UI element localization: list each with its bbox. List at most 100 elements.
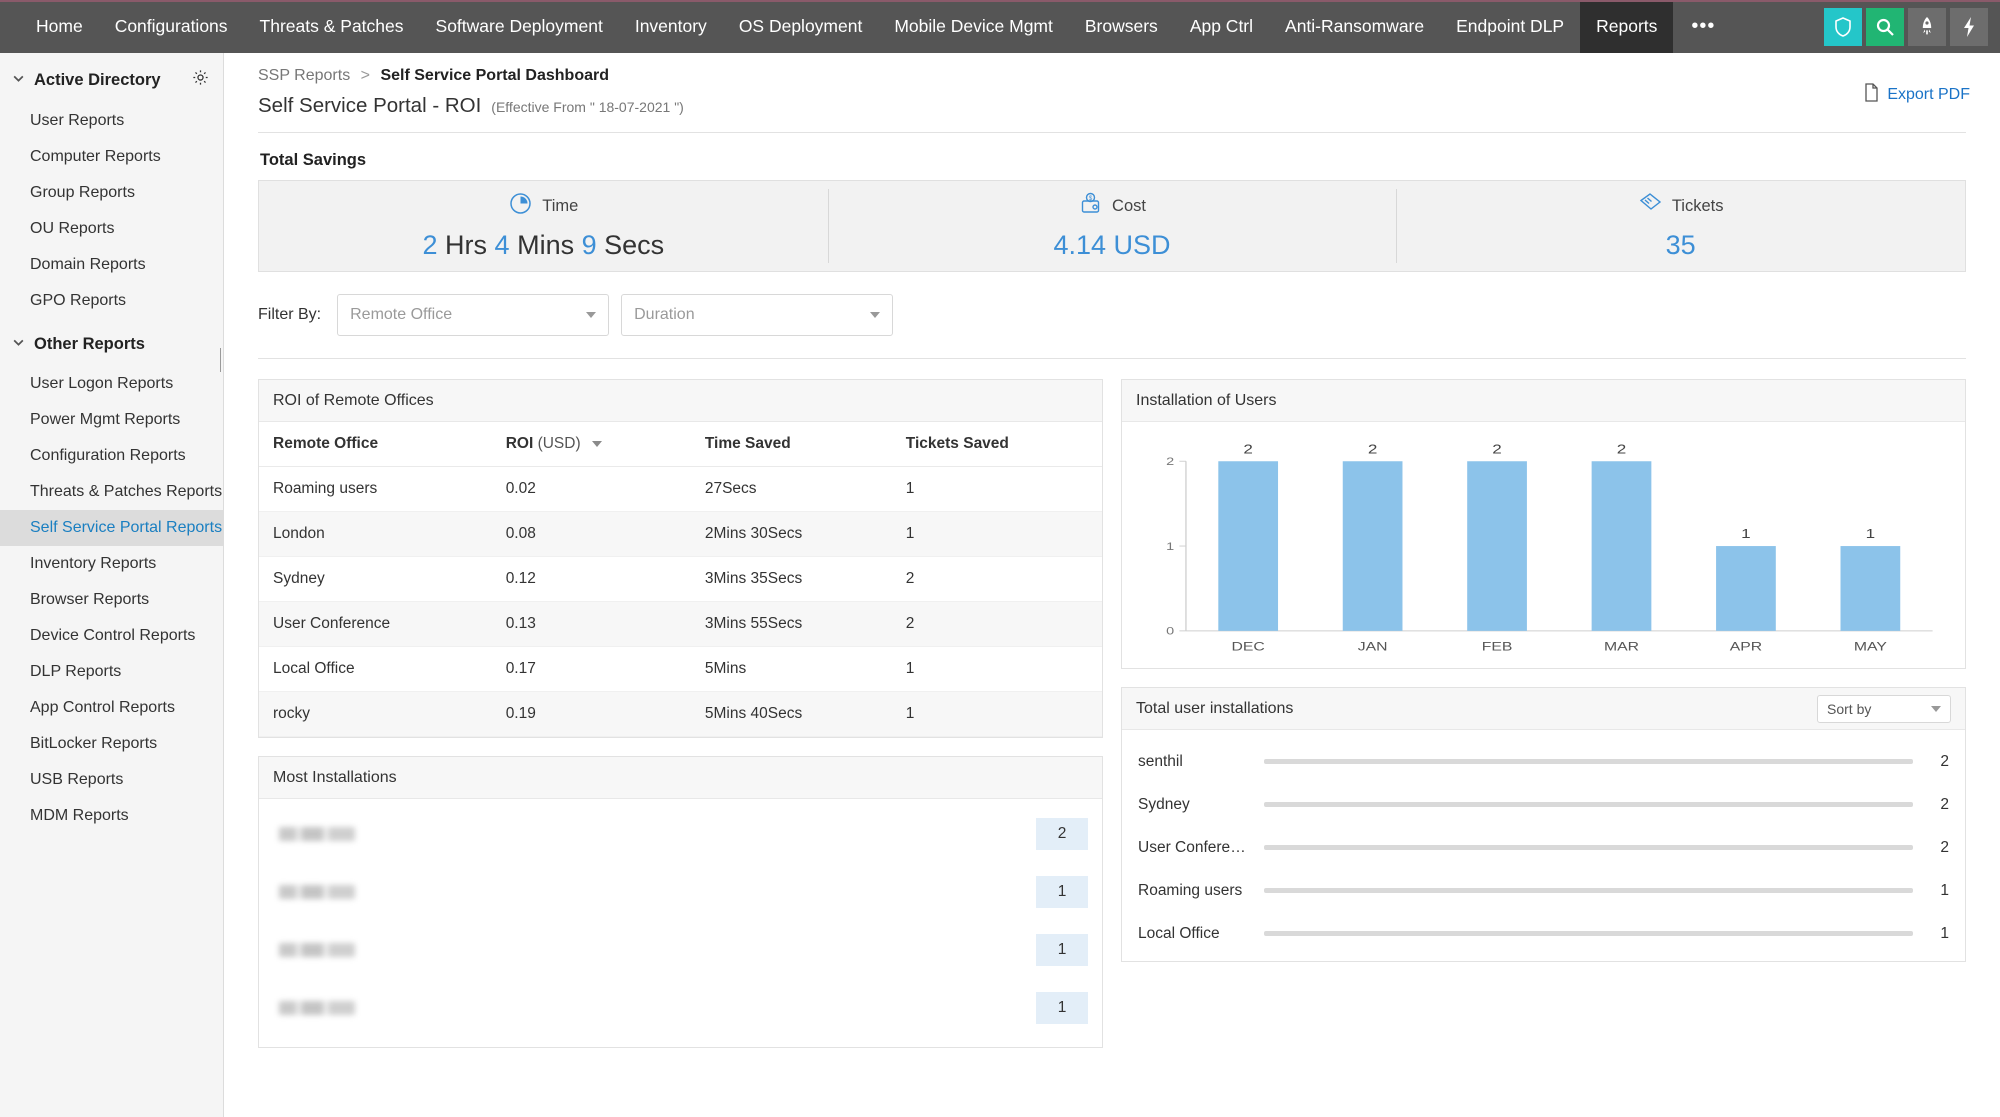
chevron-down-icon	[870, 312, 881, 318]
roi-cell-tickets: 1	[891, 691, 1102, 737]
roi-col-remote-office[interactable]: Remote Office	[259, 422, 492, 467]
savings-cell-tickets: Tickets 35	[1396, 181, 1965, 271]
nav-item-software-deployment[interactable]: Software Deployment	[420, 0, 619, 53]
svg-text:MAY: MAY	[1854, 639, 1887, 652]
sidebar-item-usb-reports[interactable]: USB Reports	[0, 762, 223, 798]
sidebar-item-app-control-reports[interactable]: App Control Reports	[0, 690, 223, 726]
left-column: ROI of Remote Offices Remote Office ROI …	[258, 379, 1103, 1048]
filter-bar: Filter By: Remote Office Duration	[258, 294, 1966, 336]
svg-text:MAR: MAR	[1604, 639, 1639, 652]
list-item[interactable]: 1	[273, 921, 1088, 979]
table-row[interactable]: Roaming users 0.02 27Secs 1	[259, 466, 1102, 512]
bolt-icon[interactable]	[1950, 7, 1988, 46]
sort-by-label: Sort by	[1827, 700, 1872, 717]
nav-item-threats-patches[interactable]: Threats & Patches	[244, 0, 420, 53]
nav-item-anti-ransomware[interactable]: Anti-Ransomware	[1269, 0, 1440, 53]
roi-cell-tickets: 1	[891, 466, 1102, 512]
nav-overflow-button[interactable]: •••	[1673, 0, 1733, 53]
installation-count-badge: 1	[1036, 992, 1088, 1024]
list-item[interactable]: Sydney 2	[1138, 783, 1949, 826]
sidebar-item-user-reports[interactable]: User Reports	[0, 103, 223, 139]
filter-select-remote-office[interactable]: Remote Office	[337, 294, 610, 336]
nav-item-os-deployment[interactable]: OS Deployment	[723, 0, 879, 53]
nav-item-endpoint-dlp[interactable]: Endpoint DLP	[1440, 0, 1580, 53]
sidebar-item-user-logon-reports[interactable]: User Logon Reports	[0, 366, 223, 402]
breadcrumb-root[interactable]: SSP Reports	[258, 67, 350, 84]
table-row[interactable]: Sydney 0.12 3Mins 35Secs 2	[259, 556, 1102, 602]
nav-item-configurations[interactable]: Configurations	[99, 0, 244, 53]
breadcrumb: SSP Reports > Self Service Portal Dashbo…	[248, 53, 1976, 85]
savings-tickets-header: Tickets	[1638, 191, 1724, 221]
sidebar-item-configuration-reports[interactable]: Configuration Reports	[0, 438, 223, 474]
nav-item-app-ctrl[interactable]: App Ctrl	[1174, 0, 1269, 53]
nav-item-reports[interactable]: Reports	[1580, 0, 1674, 53]
user-name: Local Office	[1138, 924, 1220, 942]
roi-of-remote-offices-card: ROI of Remote Offices Remote Office ROI …	[258, 379, 1103, 738]
export-pdf-label: Export PDF	[1887, 86, 1970, 103]
table-row[interactable]: Local Office 0.17 5Mins 1	[259, 646, 1102, 692]
list-item[interactable]: 1	[273, 979, 1088, 1037]
title-row: Self Service Portal - ROI (Effective Fro…	[248, 83, 1976, 118]
roi-cell-office: Roaming users	[259, 466, 492, 512]
svg-text:2: 2	[1368, 442, 1378, 456]
table-row[interactable]: rocky 0.19 5Mins 40Secs 1	[259, 691, 1102, 737]
list-item[interactable]: User Conferen... 2	[1138, 826, 1949, 869]
sidebar-item-self-service-portal-reports[interactable]: Self Service Portal Reports	[0, 510, 223, 546]
table-row[interactable]: London 0.08 2Mins 30Secs 1	[259, 511, 1102, 557]
nav-item-mobile-device-mgmt[interactable]: Mobile Device Mgmt	[878, 0, 1069, 53]
svg-text:2: 2	[1492, 442, 1502, 456]
chevron-down-icon	[586, 312, 597, 318]
sidebar-item-group-reports[interactable]: Group Reports	[0, 175, 223, 211]
sidebar-item-bitlocker-reports[interactable]: BitLocker Reports	[0, 726, 223, 762]
redacted-app-name	[279, 885, 355, 899]
list-item[interactable]: Local Office 1	[1138, 912, 1949, 955]
roi-cell-roi: 0.17	[491, 646, 691, 692]
sidebar-item-ou-reports[interactable]: OU Reports	[0, 211, 223, 247]
savings-tickets-value: 35	[1665, 230, 1696, 260]
roi-col-roi-usd[interactable]: ROI (USD)	[491, 422, 691, 467]
nav-item-list: Home Configurations Threats & Patches Softw…	[0, 0, 1674, 53]
sort-by-select[interactable]: Sort by	[1817, 694, 1951, 723]
export-pdf-button[interactable]: Export PDF	[1863, 83, 1970, 107]
sidebar-item-domain-reports[interactable]: Domain Reports	[0, 247, 223, 283]
sidebar-group-active-directory[interactable]: Active Directory	[0, 53, 223, 103]
roi-table-body: Roaming users 0.02 27Secs 1 London 0.08 2Mins …	[259, 466, 1102, 737]
roi-cell-tickets: 2	[891, 556, 1102, 602]
sidebar-item-dlp-reports[interactable]: DLP Reports	[0, 654, 223, 690]
sidebar-item-threats-patches-reports[interactable]: Threats & Patches Reports	[0, 474, 223, 510]
search-icon[interactable]	[1866, 7, 1904, 46]
list-item[interactable]: senthil 2	[1138, 740, 1949, 783]
installation-count-badge: 2	[1036, 818, 1088, 850]
progress-track	[1264, 845, 1913, 850]
nav-item-browsers[interactable]: Browsers	[1069, 0, 1174, 53]
nav-item-home[interactable]: Home	[20, 0, 99, 53]
savings-cell-time: Time 2 Hrs 4 Mins 9 Secs	[259, 181, 828, 271]
sidebar-item-power-mgmt-reports[interactable]: Power Mgmt Reports	[0, 402, 223, 438]
roi-col-time-saved[interactable]: Time Saved	[690, 422, 892, 467]
sort-descending-icon[interactable]	[591, 440, 602, 447]
sidebar-item-browser-reports[interactable]: Browser Reports	[0, 582, 223, 618]
shield-icon[interactable]	[1824, 7, 1862, 46]
sidebar-item-device-control-reports[interactable]: Device Control Reports	[0, 618, 223, 654]
roi-cell-office: Local Office	[259, 646, 492, 692]
list-item[interactable]: 2	[273, 805, 1088, 863]
sidebar-item-gpo-reports[interactable]: GPO Reports	[0, 283, 223, 319]
sidebar-group-other-reports[interactable]: Other Reports	[0, 319, 223, 366]
list-item[interactable]: Roaming users 1	[1138, 869, 1949, 912]
rocket-icon[interactable]	[1908, 7, 1946, 46]
wallet-icon: $	[1078, 191, 1103, 221]
sidebar-item-computer-reports[interactable]: Computer Reports	[0, 139, 223, 175]
filter-select-duration[interactable]: Duration	[621, 294, 894, 336]
roi-col-tickets-saved[interactable]: Tickets Saved	[891, 422, 1102, 467]
total-user-installations-card: Total user installations Sort by senthil…	[1121, 687, 1966, 962]
savings-cost-value: 4.14 USD	[1053, 230, 1171, 260]
most-installations-card: Most Installations 2 1 1 1	[258, 756, 1103, 1048]
sidebar-item-mdm-reports[interactable]: MDM Reports	[0, 798, 223, 834]
table-row[interactable]: User Conference 0.13 3Mins 55Secs 2	[259, 601, 1102, 647]
gear-icon[interactable]	[192, 69, 209, 91]
redacted-app-name	[279, 827, 355, 841]
sidebar-item-inventory-reports[interactable]: Inventory Reports	[0, 546, 223, 582]
list-item[interactable]: 1	[273, 863, 1088, 921]
svg-text:APR: APR	[1730, 639, 1762, 652]
nav-item-inventory[interactable]: Inventory	[619, 0, 723, 53]
